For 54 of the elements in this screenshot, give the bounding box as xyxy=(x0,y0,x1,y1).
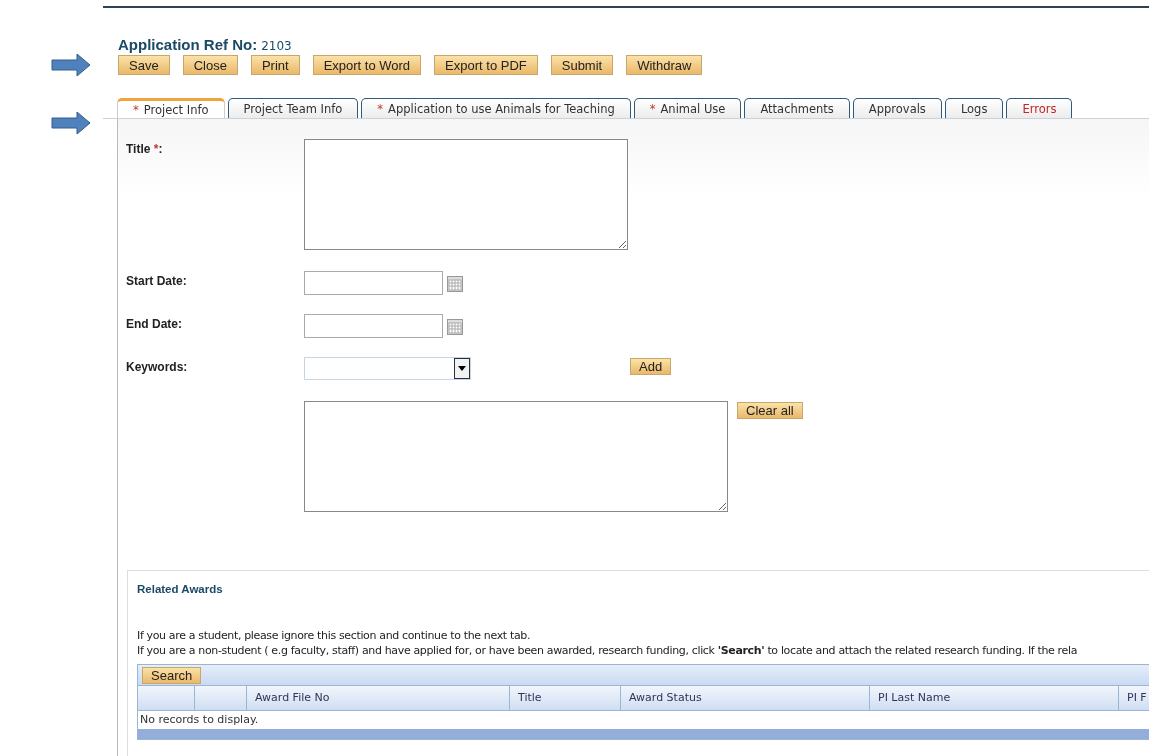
tab-label: Approvals xyxy=(868,101,926,116)
tab[interactable]: Approvals xyxy=(852,98,942,118)
field-label: End Date: xyxy=(126,316,183,331)
tab[interactable]: Logs xyxy=(944,98,1004,118)
action-button[interactable]: Close xyxy=(182,55,238,75)
required-mark: * xyxy=(377,101,384,116)
tab-label: Project Team Info xyxy=(243,101,343,116)
date-field[interactable] xyxy=(304,314,443,338)
action-button[interactable]: Save xyxy=(118,55,170,75)
field-label: Keywords: xyxy=(126,359,189,374)
tab-label: Logs xyxy=(960,101,988,116)
tab[interactable]: * Project Info xyxy=(117,98,225,118)
calendar-icon[interactable] xyxy=(447,276,463,292)
calendar-icon[interactable] xyxy=(447,319,463,335)
caret-icon xyxy=(458,366,466,371)
title-field[interactable] xyxy=(304,139,628,250)
tab-label: Errors xyxy=(1022,101,1057,116)
required-mark: * xyxy=(649,101,656,116)
column-header: Title xyxy=(510,686,621,710)
arrow-icon xyxy=(51,111,91,135)
instruction-text: If you are a student, please ignore this section and continue to the next tab. xyxy=(137,628,532,643)
tab-label: Project Info xyxy=(143,102,209,117)
column-header: PI Last Name xyxy=(870,686,1119,710)
tab-label: Attachments xyxy=(760,101,834,116)
column-header: Award Status xyxy=(621,686,870,710)
instruction-text: If you are a non-student ( e.g faculty, staff) and have applied for, or have been awarded, research funding, click 'Search' to locate and attach the related research funding. If the rela xyxy=(137,643,1079,658)
clear-all-button[interactable]: Clear all xyxy=(737,402,803,419)
tab[interactable]: * Application to use Animals for Teaching xyxy=(361,98,631,118)
field-label: Title *: xyxy=(126,141,164,156)
search-button[interactable]: Search xyxy=(142,667,202,684)
tab-label: Animal Use xyxy=(660,101,726,116)
keywords-list[interactable] xyxy=(304,401,728,512)
arrow-icon xyxy=(51,53,91,77)
field-label: Start Date: xyxy=(126,273,188,288)
add-button[interactable]: Add xyxy=(630,358,672,375)
action-button[interactable]: Export to Word xyxy=(312,55,422,75)
tab-label: Application to use Animals for Teaching xyxy=(388,101,615,116)
section-heading: Related Awards xyxy=(137,583,224,595)
ref-number: 2103 xyxy=(261,39,292,53)
column-header: Award File No xyxy=(247,686,510,710)
keywords-dropdown[interactable] xyxy=(304,357,471,380)
action-button[interactable]: Export to PDF xyxy=(434,55,538,75)
column-header: PI F xyxy=(1119,686,1149,710)
action-button[interactable]: Print xyxy=(250,55,300,75)
action-button[interactable]: Submit xyxy=(550,55,614,75)
date-field[interactable] xyxy=(304,271,443,295)
tab[interactable]: Project Team Info xyxy=(227,98,359,118)
empty-message: No records to display. xyxy=(139,712,260,728)
required-mark: * xyxy=(133,102,139,117)
ref-label: Application Ref No: xyxy=(118,36,258,53)
action-button[interactable]: Withdraw xyxy=(626,55,703,75)
tab[interactable]: * Animal Use xyxy=(633,98,742,118)
tab[interactable]: Attachments xyxy=(744,98,850,118)
tab[interactable]: Errors xyxy=(1006,98,1073,118)
